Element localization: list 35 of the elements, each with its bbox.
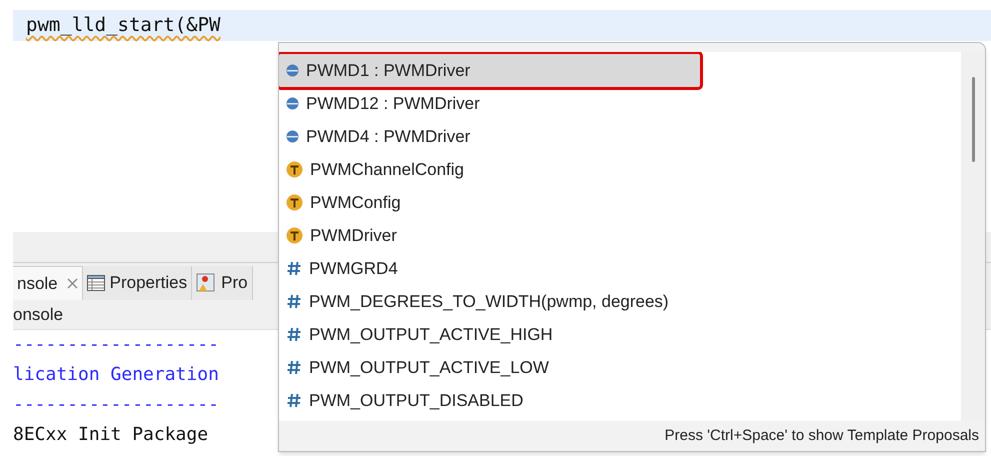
console-line: -------------------	[13, 333, 220, 357]
panel-title: onsole	[13, 304, 64, 326]
view-tab[interactable]: Properties	[82, 266, 192, 300]
console-line: 8ECxx Init Package	[13, 423, 210, 447]
type-icon	[286, 227, 303, 244]
completion-item[interactable]: PWMD12 : PWMDriver	[279, 87, 700, 120]
hash-icon	[287, 327, 301, 342]
completion-item[interactable]: PWMD1 : PWMDriver	[279, 54, 700, 87]
view-tab[interactable]: nsole	[13, 266, 83, 300]
completion-item[interactable]: PWM_DEGREES_TO_WIDTH(pwmp, degrees)	[279, 285, 700, 318]
completion-item[interactable]: PWM_OUTPUT_ACTIVE_HIGH	[279, 318, 700, 351]
footer-hint: Press 'Ctrl+Space' to show Template Proposals	[664, 426, 979, 446]
field-icon	[286, 64, 299, 77]
hash-icon	[287, 294, 301, 309]
completion-item[interactable]: PWM_OUTPUT_ACTIVE_LOW	[279, 351, 700, 384]
completion-item[interactable]: PWMD4 : PWMDriver	[279, 120, 700, 153]
field-icon	[286, 130, 299, 143]
type-icon	[286, 194, 303, 211]
close-icon[interactable]	[66, 278, 78, 289]
field-icon	[286, 97, 299, 110]
console-line: -------------------	[13, 393, 220, 417]
completion-item[interactable]: PWMConfig	[279, 186, 700, 219]
scrollbar-thumb[interactable]	[972, 77, 974, 162]
console-line: lication Generation	[13, 363, 220, 387]
hash-icon	[287, 261, 301, 276]
code-line: pwm_lld_start(&PW	[26, 13, 220, 38]
completion-item[interactable]: PWM_OUTPUT_DISABLED	[279, 384, 700, 417]
completion-item[interactable]: PWMGRD4	[279, 252, 700, 285]
table-icon	[86, 275, 105, 291]
completion-item[interactable]: PWMChannelConfig	[279, 153, 700, 186]
view-tab[interactable]: Pro	[192, 266, 253, 300]
hash-icon	[287, 393, 301, 408]
completion-item[interactable]: PWMDriver	[279, 219, 700, 252]
hash-icon	[287, 360, 301, 375]
type-icon	[286, 161, 303, 178]
